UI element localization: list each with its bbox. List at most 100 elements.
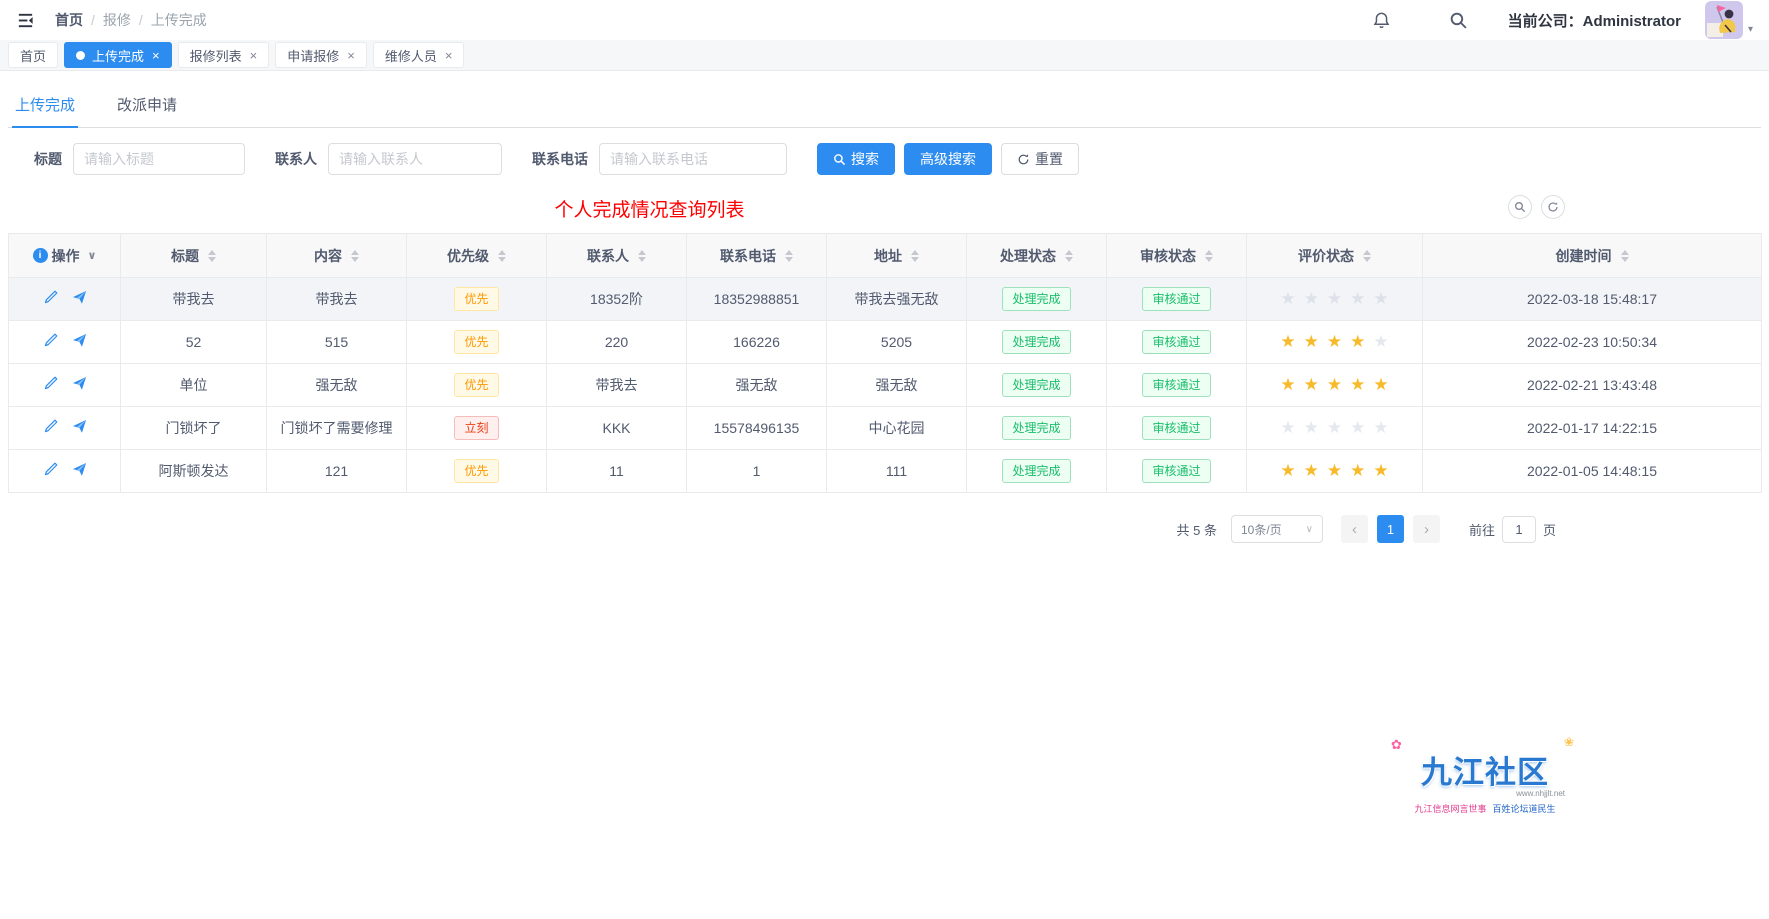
prev-page-button[interactable]: ‹	[1341, 515, 1368, 543]
star-icon: ★	[1304, 461, 1319, 480]
edit-button[interactable]	[43, 376, 58, 391]
send-button[interactable]	[72, 333, 87, 348]
star-icon: ★	[1373, 418, 1388, 437]
sort-icon[interactable]	[638, 250, 646, 262]
title-cell: 单位	[121, 364, 267, 407]
priority-cell: 优先	[407, 450, 547, 493]
table-search-button[interactable]	[1508, 195, 1532, 219]
search-button[interactable]: 搜索	[817, 143, 895, 175]
breadcrumb-item[interactable]: 报修	[103, 10, 131, 30]
flower-icon: ✿	[1391, 737, 1403, 753]
breadcrumb: 首页/报修/上传完成	[55, 10, 207, 30]
send-button[interactable]	[72, 462, 87, 477]
column-label: 标题	[171, 246, 199, 266]
priority-tag: 优先	[454, 287, 498, 311]
content-cell: 515	[267, 321, 407, 364]
page-1-button[interactable]: 1	[1377, 515, 1404, 543]
current-company-label: 当前公司：Administrator	[1508, 10, 1681, 31]
top-navbar: 首页/报修/上传完成 当前公司：Administrator ▾	[0, 0, 1769, 40]
priority-tag: 优先	[454, 330, 498, 354]
column-label: 评价状态	[1298, 246, 1354, 266]
tab-报修列表[interactable]: 报修列表 ×	[178, 42, 270, 68]
sort-icon[interactable]	[1363, 250, 1371, 262]
content-cell: 121	[267, 450, 407, 493]
chevron-down-icon[interactable]: ∨	[88, 249, 97, 262]
address-cell: 5205	[827, 321, 967, 364]
sort-icon[interactable]	[1065, 250, 1073, 262]
edit-button[interactable]	[43, 333, 58, 348]
column-label: 内容	[314, 246, 342, 266]
sidebar-collapse-icon[interactable]	[16, 11, 35, 30]
tab-label: 报修列表	[190, 46, 242, 65]
process-status-tag: 处理完成	[1002, 416, 1070, 440]
process-status-tag-cell: 处理完成	[967, 450, 1107, 493]
flower-icon: ❀	[1564, 735, 1575, 749]
sub-tab-改派申请[interactable]: 改派申请	[114, 85, 180, 127]
input-标题[interactable]	[73, 143, 245, 175]
close-icon[interactable]: ×	[250, 49, 258, 62]
audit-status-tag-cell: 审核通过	[1107, 321, 1247, 364]
star-icon: ★	[1373, 461, 1388, 480]
sort-icon[interactable]	[351, 250, 359, 262]
list-title-row: 个人完成情况查询列表	[8, 195, 1761, 221]
sort-icon[interactable]	[208, 250, 216, 262]
table-refresh-button[interactable]	[1541, 195, 1565, 219]
sort-icon[interactable]	[785, 250, 793, 262]
search-field: 联系电话	[532, 143, 787, 175]
table-header-row: i操作∨标题内容优先级联系人联系电话地址处理状态审核状态评价状态创建时间	[9, 234, 1762, 278]
next-page-button[interactable]: ›	[1413, 515, 1440, 543]
notification-bell-icon[interactable]	[1372, 11, 1391, 30]
star-icon: ★	[1280, 418, 1295, 437]
created-at-cell: 2022-02-23 10:50:34	[1423, 321, 1762, 364]
star-icon: ★	[1280, 289, 1295, 308]
close-icon[interactable]: ×	[152, 49, 160, 62]
avatar-caret-icon[interactable]: ▾	[1748, 24, 1753, 39]
sub-tab-上传完成[interactable]: 上传完成	[12, 85, 78, 128]
search-field: 标题	[34, 143, 245, 175]
edit-button[interactable]	[43, 462, 58, 477]
content-cell: 强无敌	[267, 364, 407, 407]
rating-cell: ★★★★★	[1247, 407, 1423, 450]
info-icon[interactable]: i	[33, 248, 48, 263]
edit-button[interactable]	[43, 419, 58, 434]
close-icon[interactable]: ×	[445, 49, 453, 62]
phone-cell: 1	[687, 450, 827, 493]
breadcrumb-item[interactable]: 首页	[55, 10, 83, 30]
audit-status-tag-cell: 审核通过	[1107, 278, 1247, 321]
goto-label: 前往	[1469, 520, 1495, 539]
priority-cell: 优先	[407, 364, 547, 407]
address-cell: 中心花园	[827, 407, 967, 450]
send-button[interactable]	[72, 419, 87, 434]
close-icon[interactable]: ×	[347, 49, 355, 62]
reset-button-label: 重置	[1035, 149, 1063, 169]
sort-icon[interactable]	[911, 250, 919, 262]
star-icon: ★	[1350, 461, 1365, 480]
edit-button[interactable]	[43, 290, 58, 305]
avatar[interactable]	[1705, 1, 1743, 39]
star-icon: ★	[1350, 289, 1365, 308]
send-button[interactable]	[72, 290, 87, 305]
tab-维修人员[interactable]: 维修人员×	[373, 42, 465, 68]
reset-button[interactable]: 重置	[1001, 143, 1079, 175]
sort-icon[interactable]	[498, 250, 506, 262]
column-header-处理状态: 处理状态	[967, 234, 1107, 278]
advanced-search-button[interactable]: 高级搜索	[904, 143, 992, 175]
content-cell: 带我去	[267, 278, 407, 321]
breadcrumb-item[interactable]: 上传完成	[151, 10, 207, 30]
star-icon: ★	[1304, 375, 1319, 394]
send-button[interactable]	[72, 376, 87, 391]
tab-申请报修[interactable]: 申请报修×	[275, 42, 367, 68]
audit-status-tag: 审核通过	[1142, 330, 1210, 354]
search-icon[interactable]	[1449, 11, 1468, 30]
page-size-select[interactable]: 10条/页 ∨	[1231, 515, 1323, 543]
tab-首页[interactable]: 首页	[8, 42, 58, 68]
sort-icon[interactable]	[1621, 250, 1629, 262]
field-label: 联系电话	[532, 149, 588, 169]
goto-page-input[interactable]	[1502, 516, 1536, 543]
field-label: 标题	[34, 149, 62, 169]
tab-上传完成[interactable]: 上传完成×	[64, 42, 172, 68]
input-联系人[interactable]	[328, 143, 502, 175]
input-联系电话[interactable]	[599, 143, 787, 175]
address-cell: 111	[827, 450, 967, 493]
sort-icon[interactable]	[1205, 250, 1213, 262]
